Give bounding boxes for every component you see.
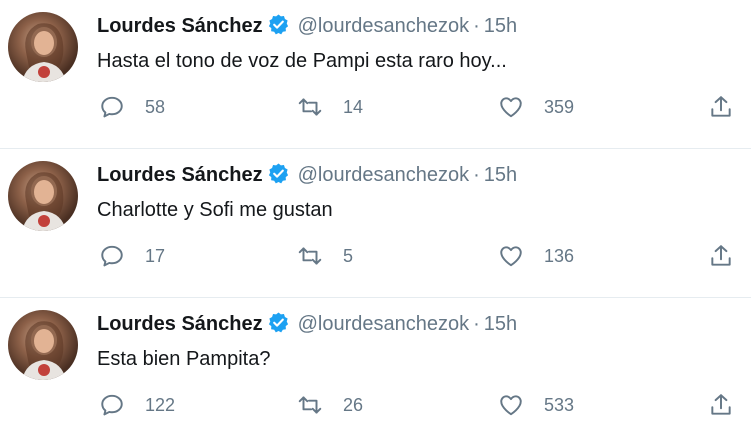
author-name[interactable]: Lourdes Sánchez bbox=[97, 15, 263, 37]
avatar[interactable] bbox=[8, 161, 78, 231]
share-button[interactable] bbox=[708, 92, 734, 122]
retweet-icon bbox=[298, 98, 322, 116]
like-count: 359 bbox=[544, 96, 575, 117]
reply-count: 122 bbox=[145, 394, 176, 415]
tweet-feed: Lourdes Sánchez @lourdesanchezok · 15h Hast… bbox=[0, 0, 751, 445]
timestamp[interactable]: 15h bbox=[484, 313, 517, 335]
author-handle[interactable]: @lourdesanchezok bbox=[298, 15, 470, 37]
retweet-button[interactable]: 26 bbox=[297, 390, 363, 420]
author-name[interactable]: Lourdes Sánchez bbox=[97, 164, 263, 186]
reply-button[interactable]: 58 bbox=[99, 92, 165, 122]
like-count: 136 bbox=[544, 245, 575, 266]
heart-icon bbox=[500, 97, 522, 118]
retweet-count: 5 bbox=[343, 245, 354, 266]
reply-count: 58 bbox=[145, 96, 166, 117]
author-handle[interactable]: @lourdesanchezok bbox=[298, 164, 470, 186]
reply-count: 17 bbox=[145, 245, 166, 266]
tweet[interactable]: Lourdes Sánchez @lourdesanchezok · 15h Hast… bbox=[0, 0, 751, 149]
share-button[interactable] bbox=[708, 390, 734, 420]
like-button[interactable]: 136 bbox=[498, 241, 574, 271]
share-button[interactable] bbox=[708, 241, 734, 271]
retweet-count: 14 bbox=[343, 96, 364, 117]
tweet-text: Hasta el tono de voz de Pampi esta raro … bbox=[97, 50, 507, 72]
like-count: 533 bbox=[544, 394, 575, 415]
author-handle[interactable]: @lourdesanchezok bbox=[298, 313, 470, 335]
author-name[interactable]: Lourdes Sánchez bbox=[97, 313, 263, 335]
verified-badge-icon bbox=[268, 14, 288, 35]
verified-badge-icon bbox=[268, 163, 288, 184]
verified-badge-icon bbox=[268, 312, 288, 333]
share-icon bbox=[711, 245, 731, 266]
reply-button[interactable]: 122 bbox=[99, 390, 175, 420]
tweet[interactable]: Lourdes Sánchez @lourdesanchezok · 15h Char… bbox=[0, 149, 751, 298]
tweet-text: Esta bien Pampita? bbox=[97, 348, 271, 370]
share-icon bbox=[711, 96, 731, 117]
tweet[interactable]: Lourdes Sánchez @lourdesanchezok · 15h Esta… bbox=[0, 298, 751, 445]
tweet-text: Charlotte y Sofi me gustan bbox=[97, 199, 333, 221]
retweet-count: 26 bbox=[343, 394, 364, 415]
action-bar: 17 5 136 bbox=[0, 241, 751, 271]
avatar[interactable] bbox=[8, 12, 78, 82]
separator-dot: · bbox=[473, 15, 480, 37]
reply-icon bbox=[101, 394, 123, 416]
heart-icon bbox=[500, 246, 522, 267]
share-icon bbox=[711, 394, 731, 415]
separator-dot: · bbox=[473, 164, 480, 186]
retweet-button[interactable]: 14 bbox=[297, 92, 363, 122]
like-button[interactable]: 533 bbox=[498, 390, 574, 420]
heart-icon bbox=[500, 395, 522, 416]
action-bar: 58 14 359 bbox=[0, 92, 751, 122]
reply-icon bbox=[101, 96, 123, 118]
retweet-button[interactable]: 5 bbox=[297, 241, 353, 271]
timestamp[interactable]: 15h bbox=[484, 164, 517, 186]
reply-icon bbox=[101, 245, 123, 267]
like-button[interactable]: 359 bbox=[498, 92, 574, 122]
separator-dot: · bbox=[473, 313, 480, 335]
reply-button[interactable]: 17 bbox=[99, 241, 165, 271]
retweet-icon bbox=[298, 247, 322, 265]
avatar[interactable] bbox=[8, 310, 78, 380]
tweet-header: Lourdes Sánchez @lourdesanchezok · 15h bbox=[97, 13, 517, 39]
timestamp[interactable]: 15h bbox=[484, 15, 517, 37]
action-bar: 122 26 533 bbox=[0, 390, 751, 420]
tweet-header: Lourdes Sánchez @lourdesanchezok · 15h bbox=[97, 311, 517, 337]
retweet-icon bbox=[298, 396, 322, 414]
tweet-header: Lourdes Sánchez @lourdesanchezok · 15h bbox=[97, 162, 517, 188]
